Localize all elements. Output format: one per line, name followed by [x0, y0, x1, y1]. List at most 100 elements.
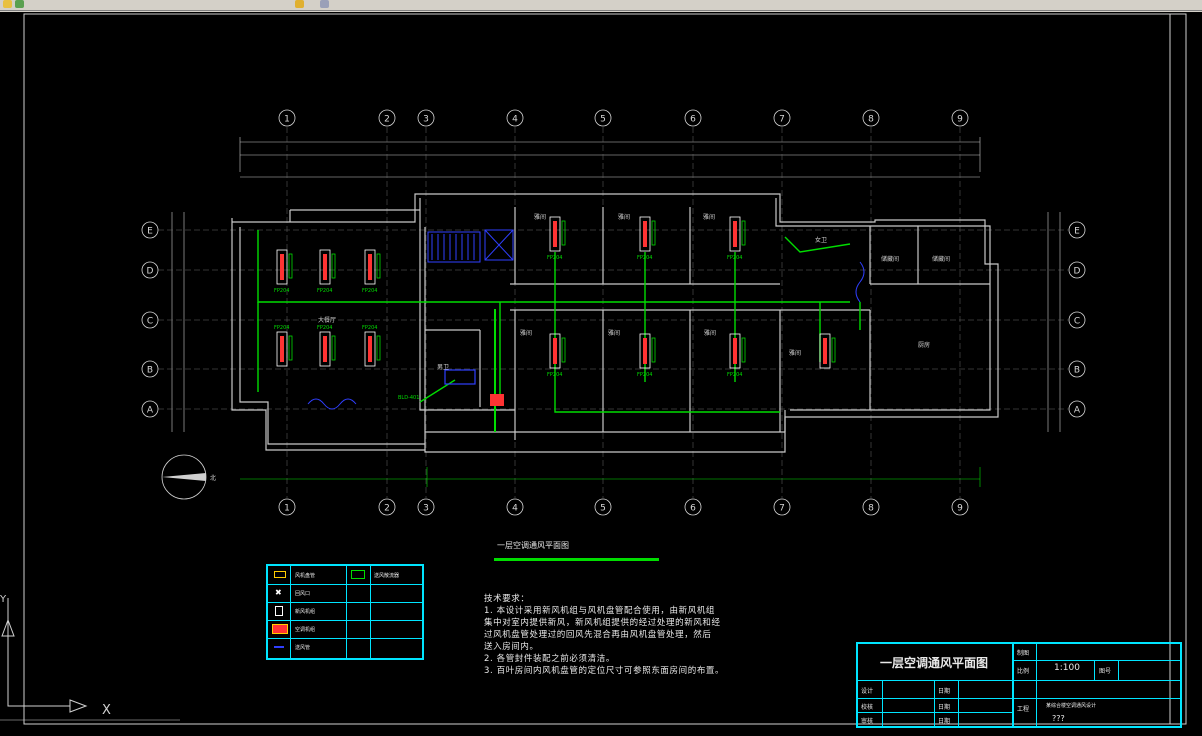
axis-bubble-row-right-label: E: [1074, 227, 1080, 237]
axis-bubble-row-right: B: [1068, 360, 1086, 378]
notes-heading: 技术要求：: [484, 594, 530, 604]
legend-row: 空调机组: [268, 620, 422, 639]
fan-coil-unit: FP204: [362, 249, 381, 294]
axis-bubble-col-bottom: 2: [378, 498, 396, 516]
notes-line: 3. 百叶房间内风机盘管的定位尺寸可参照东面房间的布置。: [484, 666, 725, 676]
svg-text:BLD-401: BLD-401: [398, 395, 419, 401]
axis-bubble-col-bottom-label: 9: [957, 504, 963, 514]
fan-coil-label: FP204: [274, 288, 289, 294]
layer-icon[interactable]: [320, 0, 329, 8]
axis-bubble-col-top: 7: [773, 109, 791, 127]
axis-bubble-row-left: B: [141, 360, 159, 378]
room-label-office-4: 雅间: [520, 329, 532, 337]
axis-bubble-col-bottom: 3: [417, 498, 435, 516]
room-label-office-5: 雅间: [608, 329, 620, 337]
axis-bubble-row-left: C: [141, 311, 159, 329]
drawing-canvas[interactable]: 112233445566778899EEDDCCBBAA FP204 FP204…: [0, 12, 1202, 736]
axis-bubble-row-right: E: [1068, 221, 1086, 239]
title-block-date: 日期: [938, 704, 951, 711]
axis-bubble-col-bottom: 8: [862, 498, 880, 516]
notes-line: 过风机盘管处理过的回风先混合再由风机盘管处理，然后: [484, 630, 712, 640]
axis-bubble-col-top: 6: [684, 109, 702, 127]
title-block-check: 校核: [861, 704, 874, 711]
axis-bubble-col-top-label: 2: [384, 115, 390, 125]
fan-coil-unit: [819, 333, 836, 369]
axis-bubble-col-bottom: 6: [684, 498, 702, 516]
toolbar: [0, 0, 1202, 11]
axis-bubble-row-left: E: [141, 221, 159, 239]
air-handling-unit: BLD-401: [398, 369, 504, 406]
legend-row: 回风口: [268, 584, 422, 603]
room-label-storage-2: 储藏间: [932, 255, 950, 263]
title-block-drawn: 制图: [1017, 650, 1030, 657]
open-icon[interactable]: [3, 0, 12, 8]
fan-coil-label: FP204: [547, 372, 562, 378]
axis-bubble-col-bottom-label: 2: [384, 504, 390, 514]
axis-bubble-row-right-label: B: [1074, 366, 1080, 376]
axis-bubble-col-bottom-label: 6: [690, 504, 696, 514]
axis-bubble-col-bottom-label: 1: [284, 504, 290, 514]
room-label-office-1: 雅间: [534, 213, 546, 221]
fresh-air-icon: [275, 606, 283, 616]
ahu-icon: [272, 624, 288, 634]
fan-coil-unit: FP204: [274, 325, 293, 367]
axis-bubble-col-top-label: 9: [957, 115, 963, 125]
fan-coil-icon: [274, 571, 286, 578]
save-icon[interactable]: [15, 0, 24, 8]
fan-coil-label: FP204: [362, 325, 377, 331]
axis-bubble-row-left-label: D: [147, 267, 154, 277]
axis-bubble-col-top-label: 6: [690, 115, 696, 125]
ucs-y-label: Y: [0, 594, 7, 605]
fan-coil-unit: FP204: [547, 216, 566, 261]
fan-coil-unit: FP204: [637, 333, 656, 378]
axis-bubble-col-top-label: 1: [284, 115, 290, 125]
fan-coil-unit: FP204: [274, 249, 293, 294]
plan-title-underline: [494, 558, 659, 561]
technical-notes: 技术要求： 1. 本设计采用新风机组与风机盘管配合使用，由新风机组 集中对室内提…: [484, 593, 754, 677]
axis-bubble-col-top-label: 8: [868, 115, 874, 125]
fan-coil-unit: FP204: [727, 216, 746, 261]
legend-row: 送风管: [295, 645, 311, 651]
fan-coil-label: FP204: [317, 325, 332, 331]
axis-bubble-row-right-label: A: [1074, 406, 1081, 416]
axis-bubble-row-right-label: C: [1074, 317, 1080, 327]
properties-icon[interactable]: [295, 0, 304, 8]
fan-coil-label: FP204: [274, 325, 289, 331]
axis-bubble-row-left-label: C: [147, 317, 153, 327]
air-diffuser-icon: [351, 570, 365, 579]
title-block-scale: 1:100: [1054, 663, 1080, 673]
notes-line: 1. 本设计采用新风机组与风机盘管配合使用，由新风机组: [484, 606, 716, 616]
notes-line: 2. 各管封件装配之前必须清洁。: [484, 654, 615, 664]
axis-bubble-col-top: 4: [506, 109, 524, 127]
axis-bubble-col-top: 1: [278, 109, 296, 127]
title-block-date: 日期: [938, 718, 951, 725]
title-block-project-label: 工程: [1017, 706, 1030, 713]
axis-bubble-row-left-label: E: [147, 227, 153, 237]
room-label-office-6: 雅间: [704, 329, 716, 337]
room-label-office-7: 雅间: [789, 349, 801, 357]
legend-row: 新风机组: [268, 602, 422, 621]
ucs-icon: X Y: [0, 594, 111, 718]
plan-title: 一层空调通风平面图: [497, 541, 569, 550]
axis-bubble-col-bottom-label: 5: [600, 504, 606, 514]
axis-bubble-col-bottom-label: 3: [423, 504, 429, 514]
return-grille-icon: ✖: [275, 588, 282, 597]
axis-bubble-col-bottom: 7: [773, 498, 791, 516]
axis-bubble-col-top: 3: [417, 109, 435, 127]
axis-bubble-col-top-label: 7: [779, 115, 785, 125]
north-label: 北: [210, 474, 216, 482]
fan-coil-unit: FP204: [637, 216, 656, 261]
north-arrow: 北: [161, 454, 216, 500]
axis-bubble-row-left: D: [141, 261, 159, 279]
room-label-storage-1: 储藏间: [881, 255, 899, 263]
fan-coil-unit: FP204: [317, 325, 336, 367]
fan-coil-unit: FP204: [727, 333, 746, 378]
room-label-men: 男卫: [437, 364, 449, 371]
duct-icon: [274, 646, 284, 648]
axis-bubble-row-left-label: A: [147, 406, 154, 416]
title-block-approve: 审核: [861, 718, 874, 725]
room-label-hall: 大餐厅: [318, 316, 336, 324]
legend-table: 风机盘管 送风散流器 回风口 新风机组 空调机组 送风管 ✖: [266, 564, 424, 660]
bottom-dimensions: [240, 467, 981, 487]
fan-coil-label: FP204: [637, 372, 652, 378]
